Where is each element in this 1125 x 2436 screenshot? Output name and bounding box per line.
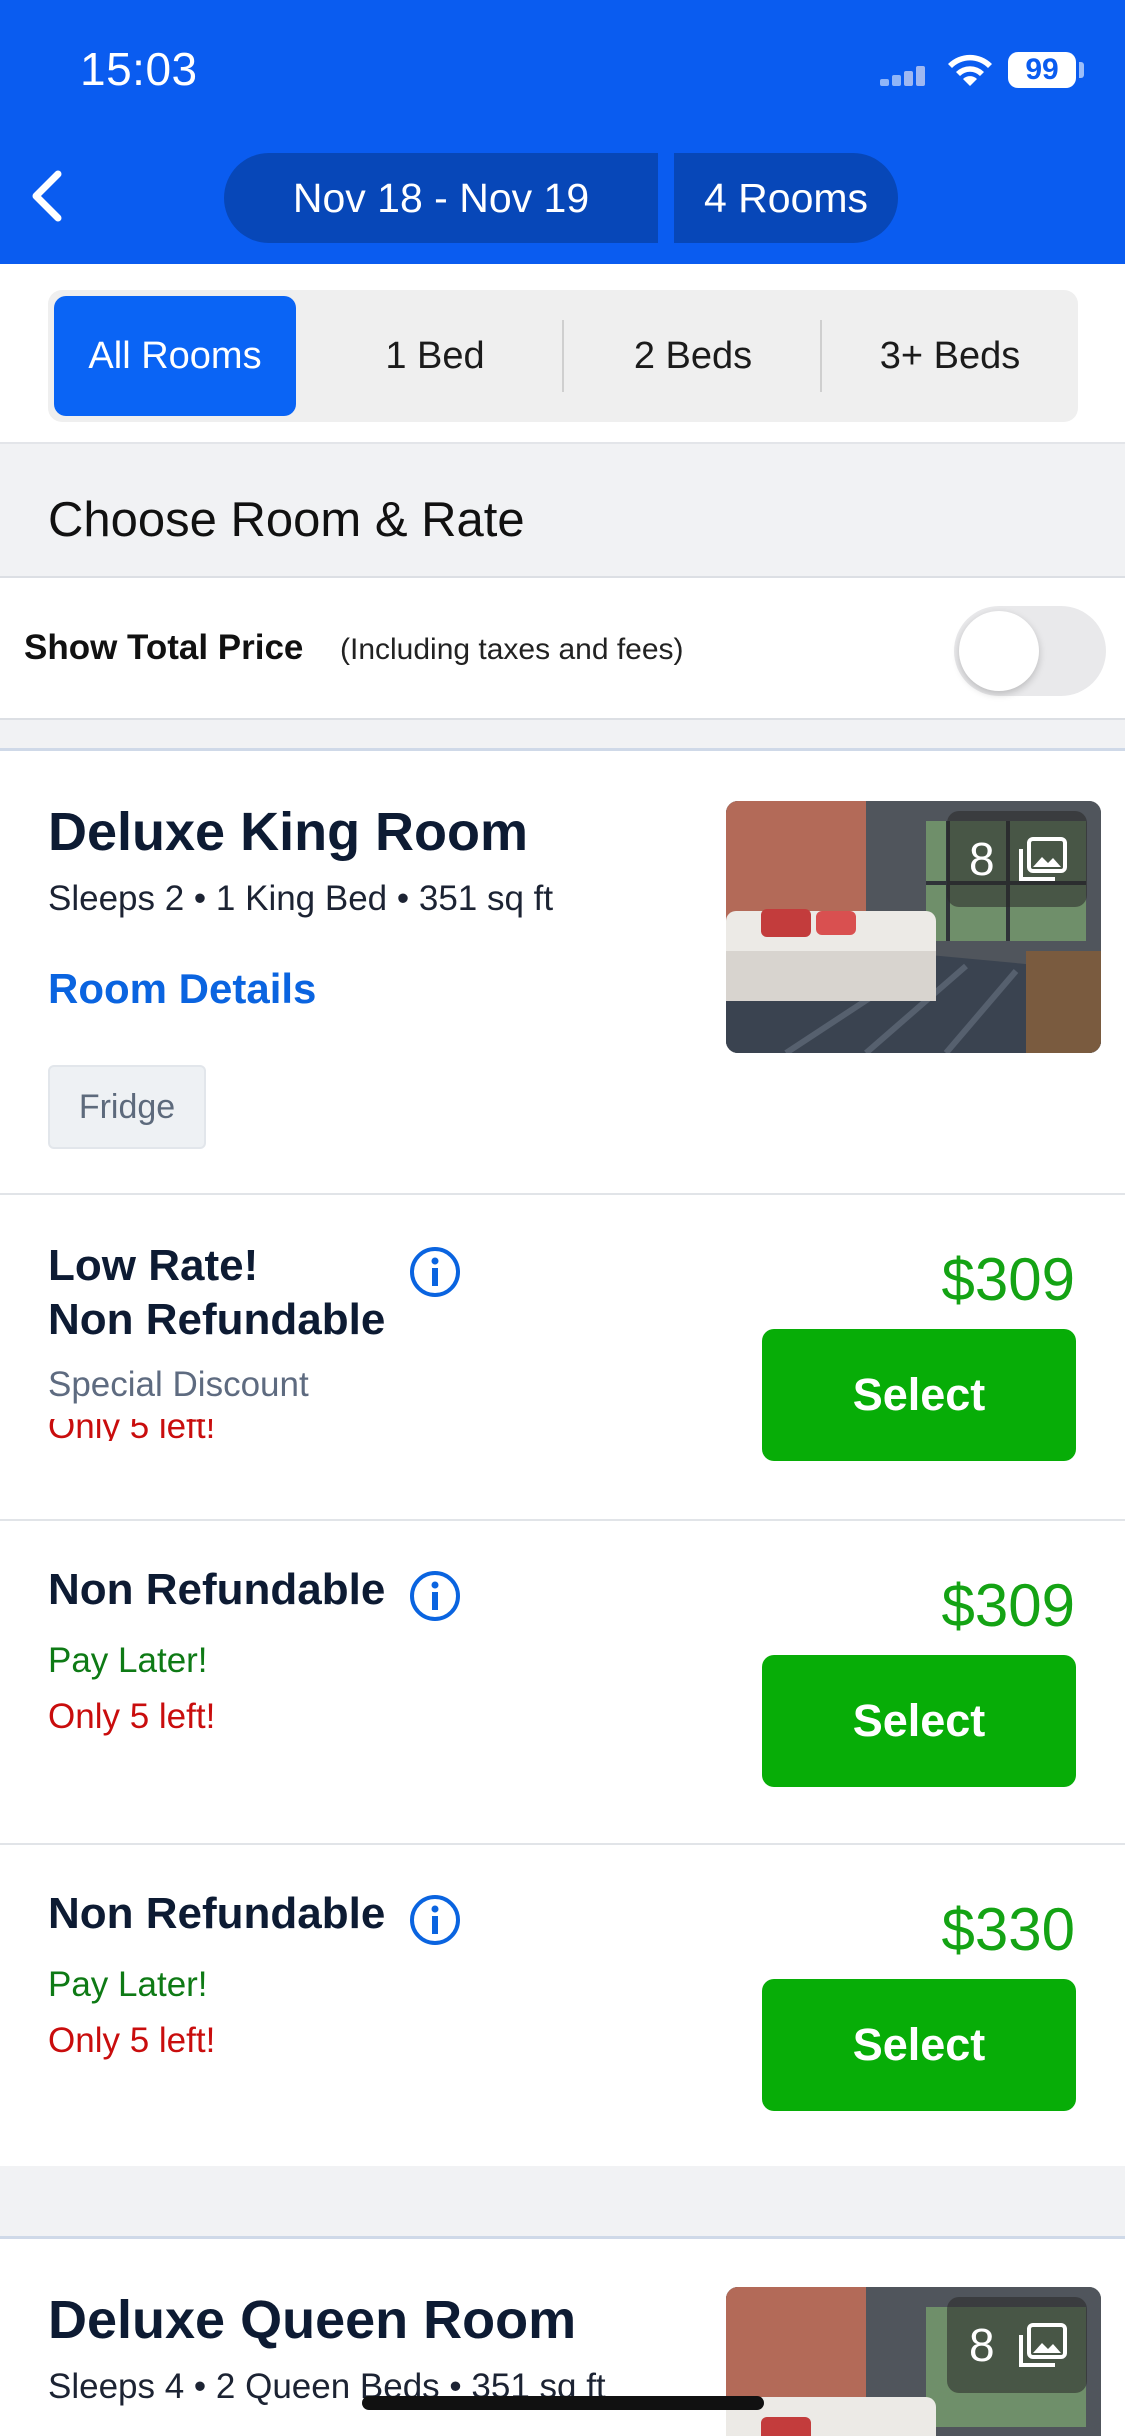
section-title: Choose Room & Rate: [48, 493, 525, 547]
bed-filter-segmented-control: All Rooms 1 Bed 2 Beds 3+ Beds: [48, 290, 1078, 422]
room-photo[interactable]: 8: [726, 2287, 1101, 2436]
select-button[interactable]: Select: [762, 1329, 1076, 1461]
rate-title: Non Refundable: [48, 1565, 386, 1614]
rate-pay-later: Pay Later!: [48, 1641, 208, 1680]
rate-title: Non Refundable: [48, 1889, 386, 1938]
toggle-knob: [959, 611, 1039, 691]
info-icon[interactable]: [408, 1569, 462, 1623]
photo-gallery-icon: [1019, 2323, 1067, 2367]
back-chevron-icon[interactable]: [18, 160, 78, 232]
rate-title-line2: Non Refundable: [48, 1295, 386, 1344]
photo-gallery-icon: [1019, 837, 1067, 881]
filter-3-plus-beds[interactable]: 3+ Beds: [822, 290, 1078, 422]
bed-filter-bar: All Rooms 1 Bed 2 Beds 3+ Beds: [0, 264, 1125, 444]
select-button[interactable]: Select: [762, 1979, 1076, 2111]
room-card: Deluxe King Room Sleeps 2 • 1 King Bed •…: [0, 748, 1125, 2166]
show-total-price-row: Show Total Price (Including taxes and fe…: [0, 576, 1125, 720]
rate-option: Low Rate! Non Refundable Special Discoun…: [0, 1195, 1125, 1519]
cellular-signal-icon: [880, 66, 926, 86]
room-name: Deluxe Queen Room: [48, 2290, 577, 2350]
filter-1-bed[interactable]: 1 Bed: [306, 290, 564, 422]
photo-count: 8: [969, 833, 995, 885]
rate-price: $330: [941, 1896, 1075, 1963]
rate-availability: Only 5 left!: [48, 2021, 216, 2060]
filter-all-rooms[interactable]: All Rooms: [54, 296, 296, 416]
photo-count: 8: [969, 2319, 995, 2371]
rate-discount-text: Special Discount: [48, 1365, 309, 1404]
filter-2-beds[interactable]: 2 Beds: [564, 290, 822, 422]
room-photo[interactable]: 8: [726, 801, 1101, 1053]
battery-icon: 99: [1008, 52, 1076, 88]
room-name: Deluxe King Room: [48, 802, 529, 862]
total-price-toggle[interactable]: [954, 606, 1106, 696]
battery-cap: [1079, 62, 1084, 78]
rate-option: Non Refundable Pay Later! Only 5 left! $…: [0, 1845, 1125, 2169]
rate-pay-later: Pay Later!: [48, 1965, 208, 2004]
info-icon[interactable]: [408, 1893, 462, 1947]
wifi-icon: [948, 54, 992, 86]
rooms-count-button[interactable]: 4 Rooms: [674, 153, 898, 243]
room-details-link[interactable]: Room Details: [48, 965, 316, 1013]
select-button[interactable]: Select: [762, 1655, 1076, 1787]
total-price-label: Show Total Price: [24, 628, 304, 667]
rate-option: Non Refundable Pay Later! Only 5 left! $…: [0, 1521, 1125, 1845]
rate-price: $309: [941, 1246, 1075, 1313]
rate-availability: Only 5 left!: [48, 1419, 216, 1441]
rate-title: Low Rate!: [48, 1241, 259, 1290]
rate-price: $309: [941, 1572, 1075, 1639]
home-indicator[interactable]: [362, 2396, 764, 2410]
date-range-button[interactable]: Nov 18 - Nov 19: [224, 153, 658, 243]
room-meta: Sleeps 2 • 1 King Bed • 351 sq ft: [48, 879, 554, 918]
rate-availability-clip: Only 5 left!: [48, 1419, 448, 1441]
top-header: 15:03 99 Nov 18 - Nov 19 4 Rooms: [0, 0, 1125, 264]
photo-count-badge: 8: [947, 2297, 1087, 2393]
info-icon[interactable]: [408, 1245, 462, 1299]
card-separator: [0, 2166, 1125, 2236]
total-price-subtext: (Including taxes and fees): [340, 633, 684, 666]
amenity-tag: Fridge: [48, 1065, 206, 1149]
rate-availability: Only 5 left!: [48, 1697, 216, 1736]
status-time: 15:03: [80, 43, 198, 95]
photo-count-badge: 8: [947, 811, 1087, 907]
